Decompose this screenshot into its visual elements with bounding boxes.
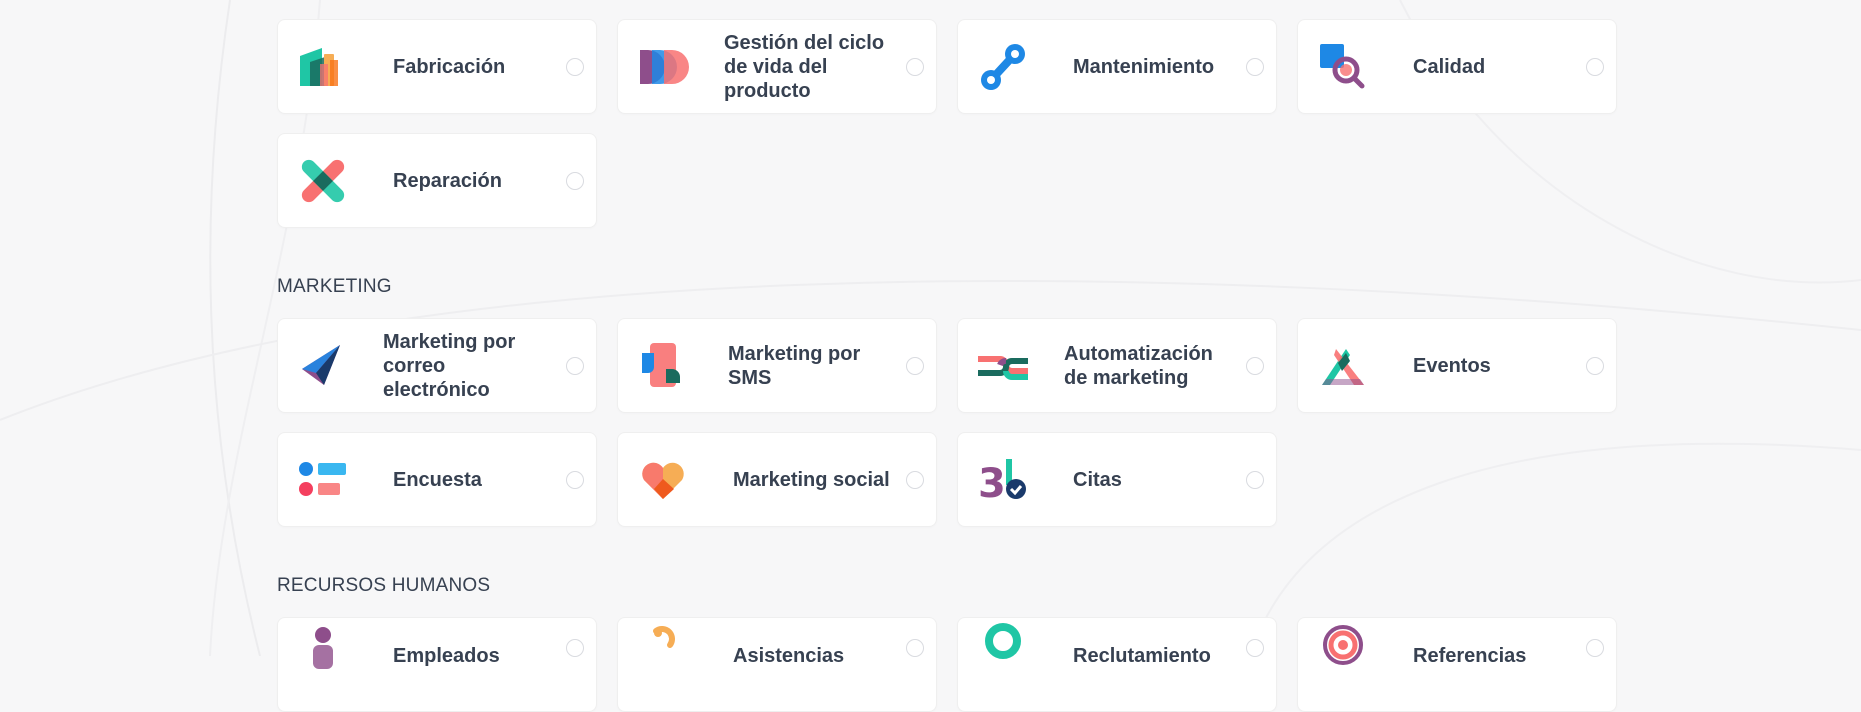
- app-label: Gestión del ciclo de vida del producto: [724, 31, 885, 102]
- app-select-radio[interactable]: [566, 171, 584, 190]
- app-label: Reparación: [393, 169, 502, 192]
- app-select-radio[interactable]: [1246, 639, 1264, 657]
- app-select-radio[interactable]: [1246, 356, 1264, 375]
- app-select-radio[interactable]: [906, 470, 924, 489]
- app-label: Marketing por correo electrónico: [383, 330, 516, 401]
- apps-catalog: Fabricación Gestión del ciclo de vida de…: [277, 0, 1622, 712]
- app-card-appointments[interactable]: 3 Citas: [957, 432, 1277, 527]
- repair-icon: [296, 154, 350, 208]
- app-select-radio[interactable]: [566, 639, 584, 657]
- app-label: Encuesta: [393, 468, 482, 491]
- app-card-social-marketing[interactable]: Marketing social: [617, 432, 937, 527]
- app-select-radio[interactable]: [1246, 57, 1264, 76]
- app-card-survey[interactable]: Encuesta: [277, 432, 597, 527]
- app-label: Fabricación: [393, 55, 506, 78]
- app-card-referrals[interactable]: Referencias: [1297, 617, 1617, 712]
- app-select-radio[interactable]: [566, 356, 584, 375]
- quality-icon: [1316, 40, 1370, 94]
- app-card-repair[interactable]: Reparación: [277, 133, 597, 228]
- referrals-icon: [1316, 621, 1370, 675]
- survey-icon: [296, 453, 350, 507]
- app-select-radio[interactable]: [566, 470, 584, 489]
- app-label: Automatización de marketing: [1064, 342, 1213, 389]
- social-marketing-icon: [636, 453, 690, 507]
- app-label: Marketing social: [733, 468, 890, 491]
- maintenance-icon: [976, 40, 1030, 94]
- app-label: Citas: [1073, 468, 1122, 491]
- app-label: Empleados: [393, 645, 500, 667]
- app-select-radio[interactable]: [1586, 57, 1604, 76]
- app-select-radio[interactable]: [1586, 639, 1604, 657]
- app-label: Reclutamiento: [1073, 645, 1211, 667]
- employees-icon: [296, 621, 350, 675]
- section-title-recursos-humanos: RECURSOS HUMANOS: [277, 575, 491, 596]
- app-card-plm[interactable]: Gestión del ciclo de vida del producto: [617, 19, 937, 114]
- svg-text:3: 3: [978, 461, 1006, 507]
- sms-marketing-icon: [636, 339, 690, 393]
- marketing-automation-icon: [976, 339, 1030, 393]
- app-card-manufacturing[interactable]: Fabricación: [277, 19, 597, 114]
- app-card-events[interactable]: Eventos: [1297, 318, 1617, 413]
- app-card-email-marketing[interactable]: Marketing por correo electrónico: [277, 318, 597, 413]
- app-select-radio[interactable]: [906, 57, 924, 76]
- email-marketing-icon: [296, 339, 350, 393]
- app-card-sms-marketing[interactable]: Marketing por SMS: [617, 318, 937, 413]
- app-label: Marketing por SMS: [728, 342, 861, 389]
- appointments-icon: 3: [976, 453, 1030, 507]
- app-label: Calidad: [1413, 55, 1486, 78]
- app-select-radio[interactable]: [906, 356, 924, 375]
- section-title-marketing: MARKETING: [277, 276, 392, 297]
- app-select-radio[interactable]: [1246, 470, 1264, 489]
- app-label: Mantenimiento: [1073, 55, 1215, 78]
- events-icon: [1316, 339, 1370, 393]
- app-card-quality[interactable]: Calidad: [1297, 19, 1617, 114]
- app-card-attendance[interactable]: Asistencias: [617, 617, 937, 712]
- app-card-employees[interactable]: Empleados: [277, 617, 597, 712]
- app-label: Asistencias: [733, 645, 845, 667]
- app-card-recruitment[interactable]: Reclutamiento: [957, 617, 1277, 712]
- app-label: Eventos: [1413, 354, 1491, 377]
- app-select-radio[interactable]: [566, 57, 584, 76]
- recruitment-icon: [976, 621, 1030, 675]
- app-card-maintenance[interactable]: Mantenimiento: [957, 19, 1277, 114]
- attendance-icon: [636, 621, 690, 675]
- app-label: Referencias: [1413, 645, 1527, 667]
- app-card-marketing-automation[interactable]: Automatización de marketing: [957, 318, 1277, 413]
- app-select-radio[interactable]: [906, 639, 924, 657]
- manufacturing-icon: [296, 40, 350, 94]
- app-select-radio[interactable]: [1586, 356, 1604, 375]
- plm-icon: [636, 40, 690, 94]
